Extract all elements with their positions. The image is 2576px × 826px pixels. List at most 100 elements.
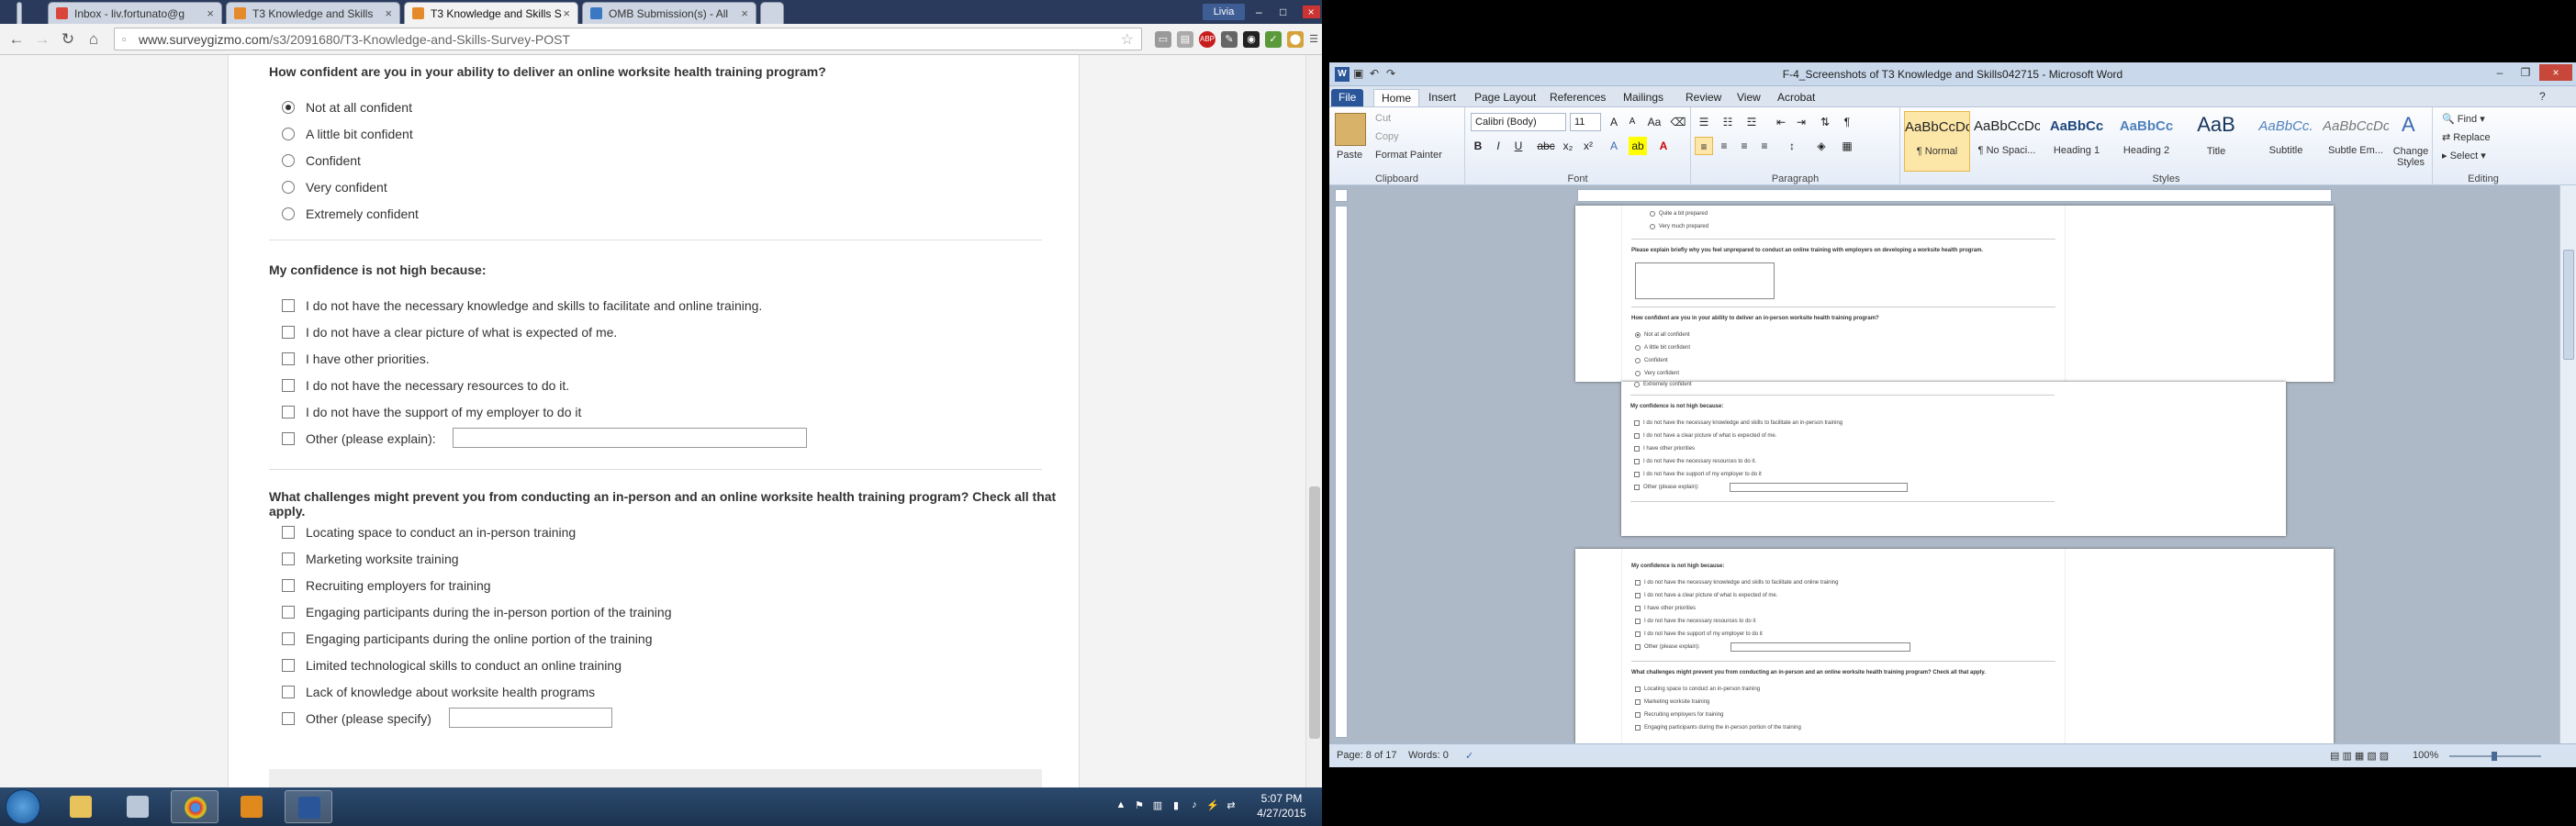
cast-icon[interactable]: ▭ — [1155, 31, 1171, 48]
bold-icon[interactable]: B — [1469, 137, 1487, 155]
checkbox[interactable] — [282, 606, 295, 619]
tab-inbox[interactable]: Inbox - liv.fortunato@g × — [48, 2, 222, 24]
word-taskbar-button[interactable] — [285, 790, 332, 823]
extension-icon[interactable]: ✓ — [1265, 31, 1282, 48]
tab-acrobat[interactable]: Acrobat — [1770, 89, 1822, 106]
decrease-indent-icon[interactable]: ⇤ — [1772, 113, 1790, 131]
style-heading-1[interactable]: AaBbCc Heading 1 — [2044, 111, 2110, 172]
strikethrough-icon[interactable]: abc — [1537, 137, 1555, 155]
replace-button[interactable]: ⇄ Replace — [2442, 131, 2491, 143]
close-window-icon[interactable]: × — [1302, 6, 1320, 18]
proofing-icon[interactable]: ✓ — [1465, 750, 1473, 762]
profile-badge[interactable]: Livia — [1203, 4, 1245, 20]
font-color-icon[interactable]: A — [1654, 137, 1673, 155]
line-spacing-icon[interactable]: ↕ — [1783, 137, 1801, 155]
justify-icon[interactable]: ≡ — [1755, 137, 1774, 155]
new-tab-button[interactable] — [760, 2, 784, 24]
change-case-icon[interactable]: Aa — [1645, 113, 1663, 131]
restore-icon[interactable]: ❐ — [2514, 64, 2537, 81]
document-scrollbar[interactable] — [2559, 185, 2576, 743]
tab-selector[interactable] — [1335, 189, 1348, 202]
tab-page-layout[interactable]: Page Layout — [1467, 89, 1543, 106]
zoom-level[interactable]: 100% — [2413, 750, 2438, 761]
menu-icon[interactable]: ☰ — [1305, 31, 1322, 48]
checkbox[interactable] — [282, 632, 295, 645]
document-page[interactable]: Quite a bit prepared Very much prepared … — [1575, 206, 2334, 382]
select-button[interactable]: ▸ Select ▾ — [2442, 150, 2486, 162]
bookmark-star-icon[interactable]: ☆ — [1121, 30, 1134, 49]
checkbox[interactable] — [282, 299, 295, 312]
format-painter-button[interactable]: Format Painter — [1375, 150, 1442, 161]
tab-review[interactable]: Review — [1678, 89, 1729, 106]
style-title[interactable]: AaB Title — [2183, 111, 2249, 172]
multilevel-list-icon[interactable]: ☲ — [1742, 113, 1761, 131]
document-page[interactable]: My confidence is not high because: I do … — [1575, 549, 2334, 743]
close-icon[interactable]: × — [385, 6, 392, 20]
flag-icon[interactable]: ⚑ — [1133, 799, 1146, 812]
cut-button[interactable]: Cut — [1375, 113, 1391, 124]
horizontal-ruler[interactable] — [1577, 189, 2332, 202]
screenshot-icon[interactable]: ▤ — [1177, 31, 1193, 48]
home-icon[interactable]: ⌂ — [84, 30, 103, 49]
tab-insert[interactable]: Insert — [1421, 89, 1463, 106]
show-hidden-icons[interactable]: ▲ — [1114, 799, 1127, 812]
tab-omb[interactable]: OMB Submission(s) - All × — [582, 2, 756, 24]
tab-references[interactable]: References — [1542, 89, 1613, 106]
copy-button[interactable]: Copy — [1375, 131, 1399, 142]
volume-icon[interactable]: ♪ — [1188, 799, 1201, 812]
scrollbar-thumb[interactable] — [2563, 250, 2574, 360]
pinned-tab[interactable] — [17, 2, 22, 24]
checkbox[interactable] — [282, 579, 295, 592]
tab-mailings[interactable]: Mailings — [1616, 89, 1671, 106]
grow-font-icon[interactable]: A — [1605, 113, 1623, 131]
paste-icon[interactable] — [1335, 113, 1366, 146]
scrollbar-thumb[interactable] — [1309, 486, 1320, 739]
explorer-taskbar-button[interactable] — [57, 790, 105, 823]
checkbox[interactable] — [282, 352, 295, 365]
subscript-icon[interactable]: x₂ — [1559, 137, 1577, 155]
other-explain-input[interactable] — [453, 428, 807, 448]
shrink-font-icon[interactable]: A — [1623, 113, 1641, 131]
tab-survey-1[interactable]: T3 Knowledge and Skills × — [226, 2, 400, 24]
style-no-spacing[interactable]: AaBbCcDc ¶ No Spaci... — [1974, 111, 2040, 172]
minimize-icon[interactable]: – — [1256, 6, 1262, 18]
checkbox-option-other[interactable]: Other (please specify) — [282, 708, 649, 728]
checkbox[interactable] — [282, 432, 295, 445]
view-buttons[interactable]: ▤ ▥ ▦ ▧ ▨ — [2330, 750, 2389, 762]
shading-icon[interactable]: ◈ — [1812, 137, 1831, 155]
close-icon[interactable]: × — [207, 6, 214, 20]
sort-icon[interactable]: ⇅ — [1816, 113, 1834, 131]
align-left-icon[interactable]: ≡ — [1695, 137, 1713, 155]
signal-icon[interactable]: ▮ — [1170, 799, 1182, 812]
style-normal[interactable]: AaBbCcDc ¶ Normal — [1904, 111, 1970, 172]
checkbox[interactable] — [282, 553, 295, 565]
address-bar[interactable]: ▫ www.surveygizmo.com/s3/2091680/T3-Know… — [114, 28, 1142, 50]
text-effects-icon[interactable]: A — [1605, 137, 1623, 155]
document-page[interactable]: Extremely confident My confidence is not… — [1621, 382, 2286, 536]
maximize-icon[interactable]: □ — [1280, 6, 1286, 18]
word-count[interactable]: Words: 0 — [1408, 750, 1449, 761]
font-size-select[interactable]: 11 — [1570, 113, 1601, 131]
page-scrollbar[interactable] — [1305, 55, 1322, 787]
highlight-icon[interactable]: ab — [1629, 137, 1647, 155]
start-button[interactable] — [6, 789, 40, 824]
tab-survey-2[interactable]: T3 Knowledge and Skills S × — [404, 2, 578, 24]
zoom-slider-thumb[interactable] — [2492, 752, 2497, 761]
checkbox[interactable] — [282, 379, 295, 392]
network-drive-icon[interactable]: ▥ — [1151, 799, 1164, 812]
bullets-icon[interactable]: ☰ — [1695, 113, 1713, 131]
borders-icon[interactable]: ▦ — [1838, 137, 1856, 155]
checkbox[interactable] — [282, 686, 295, 698]
reload-icon[interactable]: ↻ — [59, 30, 77, 49]
align-right-icon[interactable]: ≡ — [1735, 137, 1753, 155]
paste-button[interactable]: Paste — [1337, 150, 1362, 161]
calculator-taskbar-button[interactable] — [114, 790, 162, 823]
radio-button[interactable] — [282, 181, 295, 194]
chrome-taskbar-button[interactable] — [171, 790, 218, 823]
close-icon[interactable]: × — [741, 6, 748, 20]
sync-icon[interactable]: ⇄ — [1225, 799, 1238, 812]
radio-button[interactable] — [282, 154, 295, 167]
close-window-icon[interactable]: × — [2539, 64, 2572, 81]
extension-icon[interactable]: ✎ — [1221, 31, 1238, 48]
style-subtle-emphasis[interactable]: AaBbCcDc Subtle Em... — [2323, 111, 2389, 172]
